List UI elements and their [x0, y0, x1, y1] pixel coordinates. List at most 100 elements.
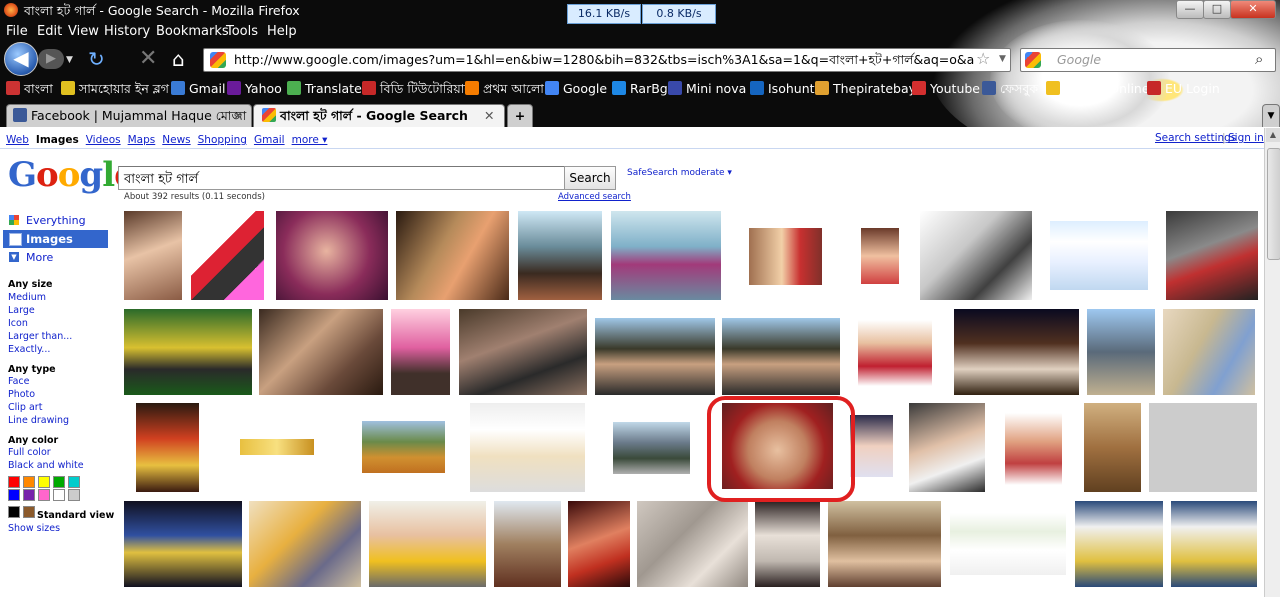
url-dropdown-icon[interactable]: ▼: [999, 54, 1006, 64]
image-result-thumbnail[interactable]: [1005, 413, 1062, 485]
image-result-thumbnail[interactable]: [749, 228, 822, 285]
image-result-thumbnail[interactable]: [850, 415, 893, 477]
tab-google-search[interactable]: বাংলা হট গার্ল - Google Search ✕: [253, 104, 505, 127]
gbar-link[interactable]: more ▾: [292, 134, 328, 146]
image-result-thumbnail[interactable]: [459, 309, 587, 395]
size-medium[interactable]: Medium: [8, 292, 46, 303]
nav-images-active[interactable]: Images: [3, 230, 108, 248]
safesearch-dropdown[interactable]: SafeSearch moderate ▾: [627, 168, 732, 178]
tab-facebook[interactable]: Facebook | Mujammal Haque মোজা ✕: [6, 104, 252, 127]
bookmark-item[interactable]: ফেসবুক: [982, 81, 1038, 101]
vertical-scrollbar[interactable]: ▲: [1264, 128, 1280, 597]
gbar-link[interactable]: Shopping: [198, 134, 247, 146]
color-swatch[interactable]: [38, 476, 50, 488]
color-swatch[interactable]: [23, 476, 35, 488]
image-result-thumbnail[interactable]: [1171, 501, 1257, 587]
color-swatch[interactable]: [8, 489, 20, 501]
search-icon[interactable]: ⌕: [1255, 50, 1263, 68]
browser-search-box[interactable]: Google ⌕: [1020, 48, 1276, 72]
bookmark-item[interactable]: Isohunt: [750, 81, 815, 96]
gbar-link[interactable]: Images: [36, 134, 79, 146]
bookmark-item[interactable]: Thepiratebay: [815, 81, 916, 96]
gbar-link[interactable]: Maps: [128, 134, 156, 146]
home-icon[interactable]: ⌂: [172, 47, 185, 71]
search-engine-icon[interactable]: [1025, 52, 1041, 68]
menu-file[interactable]: File: [6, 24, 28, 39]
image-result-thumbnail[interactable]: [950, 513, 1066, 575]
color-swatch[interactable]: [8, 476, 20, 488]
image-result-thumbnail[interactable]: [1166, 211, 1258, 300]
color-swatch[interactable]: [23, 506, 35, 518]
nav-more[interactable]: More: [26, 251, 53, 264]
type-face[interactable]: Face: [8, 376, 29, 387]
menu-history[interactable]: History: [104, 24, 150, 39]
image-result-thumbnail[interactable]: [369, 501, 486, 587]
image-result-thumbnail[interactable]: [124, 501, 242, 587]
maximize-button[interactable]: □: [1203, 0, 1231, 19]
new-tab-button[interactable]: +: [507, 104, 533, 127]
image-result-thumbnail[interactable]: [858, 320, 932, 386]
bookmark-item[interactable]: Offline/Online: [1046, 81, 1150, 96]
size-icon[interactable]: Icon: [8, 318, 28, 329]
type-line-drawing[interactable]: Line drawing: [8, 415, 69, 426]
color-full[interactable]: Full color: [8, 447, 51, 458]
menu-tools[interactable]: Tools: [226, 24, 258, 39]
bookmark-item[interactable]: RarBg: [612, 81, 668, 96]
color-swatch[interactable]: [38, 489, 50, 501]
nav-everything[interactable]: Everything: [26, 214, 86, 227]
image-result-thumbnail[interactable]: [470, 403, 585, 492]
bookmark-item[interactable]: EU Login: [1147, 81, 1220, 96]
image-result-thumbnail[interactable]: [494, 501, 561, 587]
tab-list-icon[interactable]: ▼: [1262, 104, 1280, 127]
show-sizes-link[interactable]: Show sizes: [8, 523, 60, 534]
image-result-thumbnail[interactable]: [909, 403, 985, 492]
forward-button[interactable]: ▶: [38, 49, 64, 69]
image-result-thumbnail[interactable]: [1075, 501, 1163, 587]
bookmark-item[interactable]: Youtube: [912, 81, 980, 96]
gbar-link[interactable]: Videos: [86, 134, 121, 146]
search-input[interactable]: বাংলা হট গার্ল: [118, 166, 566, 190]
minimize-button[interactable]: —: [1176, 0, 1204, 19]
type-photo[interactable]: Photo: [8, 389, 35, 400]
color-swatch[interactable]: [53, 476, 65, 488]
color-swatch[interactable]: [53, 489, 65, 501]
menu-edit[interactable]: Edit: [37, 24, 62, 39]
stop-icon[interactable]: ✕: [139, 46, 157, 71]
image-result-thumbnail[interactable]: [722, 318, 840, 395]
image-result-thumbnail[interactable]: [391, 309, 450, 395]
image-result-thumbnail[interactable]: [191, 211, 264, 300]
image-result-thumbnail[interactable]: [920, 211, 1032, 300]
bookmark-item[interactable]: Gmail: [171, 81, 225, 96]
scroll-up-icon[interactable]: ▲: [1266, 128, 1280, 142]
back-button[interactable]: ◀: [4, 42, 38, 76]
scrollbar-thumb[interactable]: [1267, 148, 1280, 260]
image-result-thumbnail[interactable]: [240, 439, 314, 455]
url-text[interactable]: http://www.google.com/images?um=1&hl=en&…: [234, 52, 974, 72]
google-logo[interactable]: Google: [8, 155, 136, 195]
image-result-thumbnail[interactable]: [1084, 403, 1141, 492]
image-result-thumbnail[interactable]: [276, 211, 388, 300]
image-result-thumbnail[interactable]: [595, 318, 715, 395]
image-result-thumbnail[interactable]: [861, 228, 899, 284]
image-result-thumbnail[interactable]: [568, 501, 630, 587]
color-swatch[interactable]: [23, 489, 35, 501]
image-result-thumbnail[interactable]: [396, 211, 509, 300]
menu-help[interactable]: Help: [267, 24, 297, 39]
url-bar[interactable]: http://www.google.com/images?um=1&hl=en&…: [203, 48, 1011, 72]
gbar-link[interactable]: Gmail: [254, 134, 285, 146]
image-result-thumbnail[interactable]: [1087, 309, 1155, 395]
search-button[interactable]: Search: [564, 166, 616, 190]
image-result-thumbnail[interactable]: [1149, 403, 1257, 492]
type-clip-art[interactable]: Clip art: [8, 402, 42, 413]
image-result-thumbnail[interactable]: [1050, 221, 1148, 290]
image-result-thumbnail[interactable]: [828, 501, 941, 587]
size-larger-than[interactable]: Larger than...: [8, 331, 72, 342]
bookmark-item[interactable]: সামহোয়ার ইন ব্লগ: [61, 81, 169, 101]
bookmark-item[interactable]: বিডি টিউটোরিয়াল: [362, 81, 474, 101]
close-window-button[interactable]: ✕: [1230, 0, 1276, 19]
image-result-thumbnail[interactable]: [124, 211, 182, 300]
close-tab-icon[interactable]: ✕: [484, 105, 494, 127]
menu-bookmarks[interactable]: Bookmarks: [156, 24, 229, 39]
image-result-thumbnail[interactable]: [518, 211, 602, 300]
gbar-link[interactable]: Web: [6, 134, 29, 146]
